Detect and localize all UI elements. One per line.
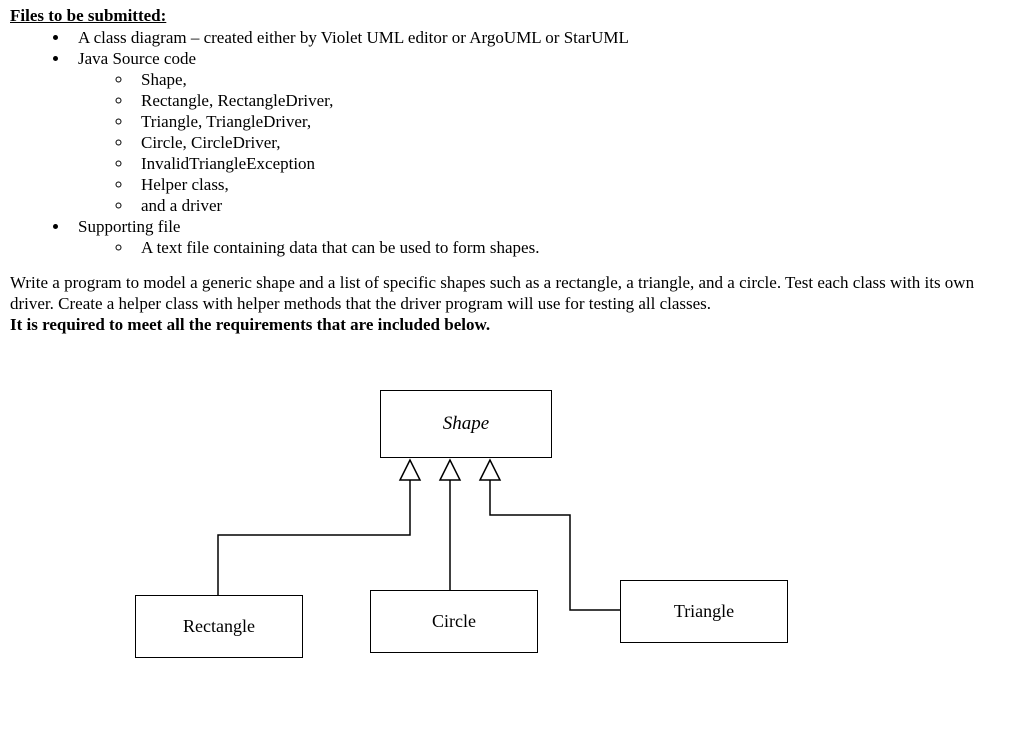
uml-diagram: Shape Rectangle Circle Triangle: [10, 365, 1010, 685]
uml-class-rectangle: Rectangle: [135, 595, 303, 658]
java-item-circle: Circle, CircleDriver,: [133, 133, 1014, 153]
supporting-sublist: A text file containing data that can be …: [78, 238, 1014, 258]
bullet-supporting-file: Supporting file A text file containing d…: [70, 217, 1014, 258]
bullet-java-source-label: Java Source code: [78, 49, 196, 68]
bullet-java-source: Java Source code Shape, Rectangle, Recta…: [70, 49, 1014, 216]
java-item-helper: Helper class,: [133, 175, 1014, 195]
top-list: A class diagram – created either by Viol…: [10, 28, 1014, 258]
bullet-supporting-label: Supporting file: [78, 217, 180, 236]
java-item-triangle: Triangle, TriangleDriver,: [133, 112, 1014, 132]
java-item-exception: InvalidTriangleException: [133, 154, 1014, 174]
requirement-bold-line: It is required to meet all the requireme…: [10, 315, 1014, 335]
java-item-driver: and a driver: [133, 196, 1014, 216]
java-item-shape: Shape,: [133, 70, 1014, 90]
bullet-class-diagram: A class diagram – created either by Viol…: [70, 28, 1014, 48]
uml-class-circle: Circle: [370, 590, 538, 653]
java-sublist: Shape, Rectangle, RectangleDriver, Trian…: [78, 70, 1014, 216]
assignment-paragraph: Write a program to model a generic shape…: [10, 272, 1014, 315]
supporting-item-textfile: A text file containing data that can be …: [133, 238, 1014, 258]
uml-class-triangle: Triangle: [620, 580, 788, 643]
uml-class-shape: Shape: [380, 390, 552, 458]
files-heading: Files to be submitted:: [10, 6, 1014, 26]
java-item-rectangle: Rectangle, RectangleDriver,: [133, 91, 1014, 111]
